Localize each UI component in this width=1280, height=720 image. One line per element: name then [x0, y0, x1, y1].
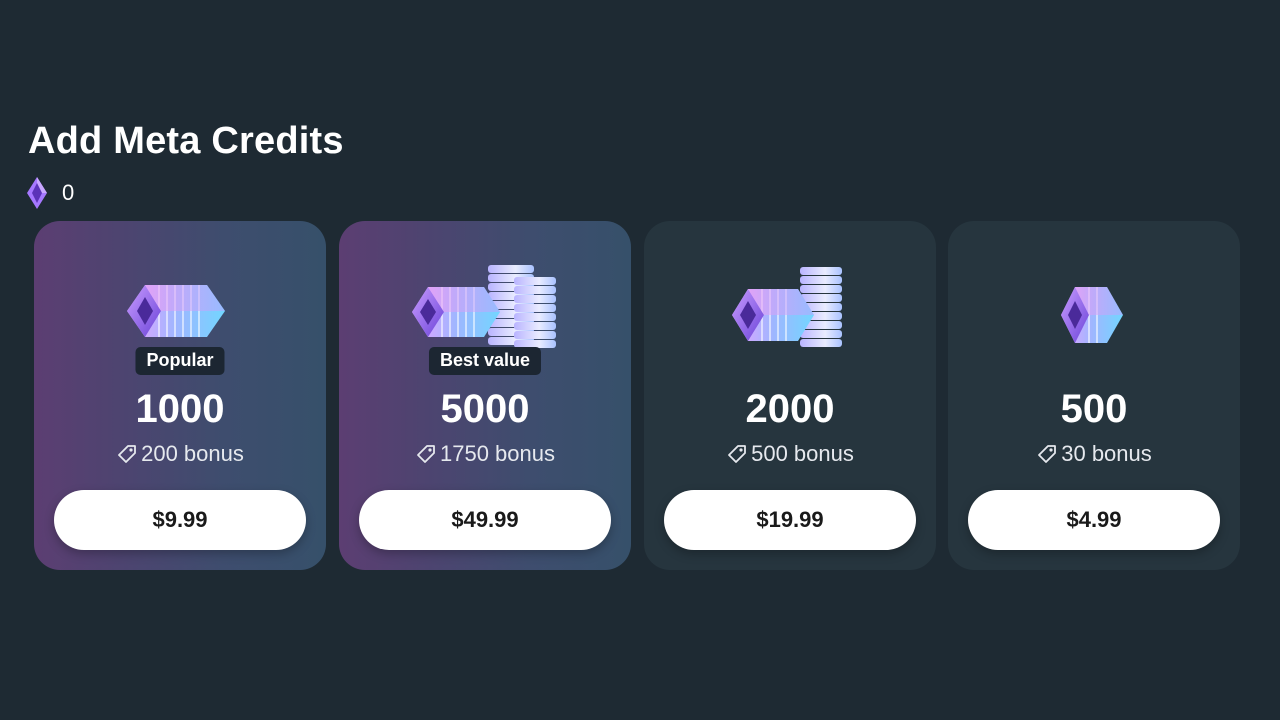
- credit-pack-card-2000[interactable]: 2000 500 bonus $19.99: [644, 221, 936, 570]
- page-title: Add Meta Credits: [28, 120, 344, 162]
- buy-button[interactable]: $9.99: [54, 490, 306, 550]
- tag-icon: [118, 445, 137, 463]
- credit-stack-coins-icon: [412, 265, 556, 348]
- balance-value: 0: [62, 180, 75, 205]
- buy-button[interactable]: $49.99: [359, 490, 611, 550]
- bonus-label: 500 bonus: [751, 441, 854, 466]
- pack-badge: Best value: [428, 347, 542, 375]
- credit-amount: 2000: [745, 387, 835, 431]
- meta-credit-gem-icon: [27, 177, 47, 209]
- credit-amount: 5000: [440, 387, 530, 431]
- bonus-label: 1750 bonus: [440, 441, 555, 466]
- tag-icon: [1038, 445, 1057, 463]
- bonus-info: 30 bonus: [948, 441, 1240, 467]
- add-credits-screen: Add Meta Credits 0 Popular 1000 200 bonu…: [0, 0, 1280, 720]
- credit-pack-card-1000[interactable]: Popular 1000 200 bonus $9.99: [34, 221, 326, 570]
- credit-stack-coins-icon: [732, 267, 842, 347]
- credit-pack-card-5000[interactable]: Best value 5000 1750 bonus $49.99: [339, 221, 631, 570]
- credit-pack-image: [948, 257, 1240, 357]
- credit-pack-card-500[interactable]: 500 30 bonus $4.99: [948, 221, 1240, 570]
- bonus-label: 30 bonus: [1061, 441, 1152, 466]
- credit-amount: 1000: [135, 387, 225, 431]
- bonus-info: 200 bonus: [34, 441, 326, 467]
- small-credit-stack-icon: [1061, 287, 1123, 343]
- bonus-info: 1750 bonus: [339, 441, 631, 467]
- tag-icon: [417, 445, 435, 463]
- bonus-info: 500 bonus: [644, 441, 936, 467]
- credit-pack-image: [34, 257, 326, 357]
- credit-pack-image: [339, 257, 631, 357]
- buy-button[interactable]: $19.99: [664, 490, 916, 550]
- buy-button[interactable]: $4.99: [968, 490, 1220, 550]
- pack-badge: Popular: [135, 347, 225, 375]
- credit-balance: 0: [26, 176, 74, 210]
- bonus-label: 200 bonus: [141, 441, 244, 466]
- credit-stack-icon: [127, 285, 225, 337]
- credit-pack-image: [644, 257, 936, 357]
- tag-icon: [728, 445, 747, 463]
- credit-amount: 500: [1060, 387, 1128, 431]
